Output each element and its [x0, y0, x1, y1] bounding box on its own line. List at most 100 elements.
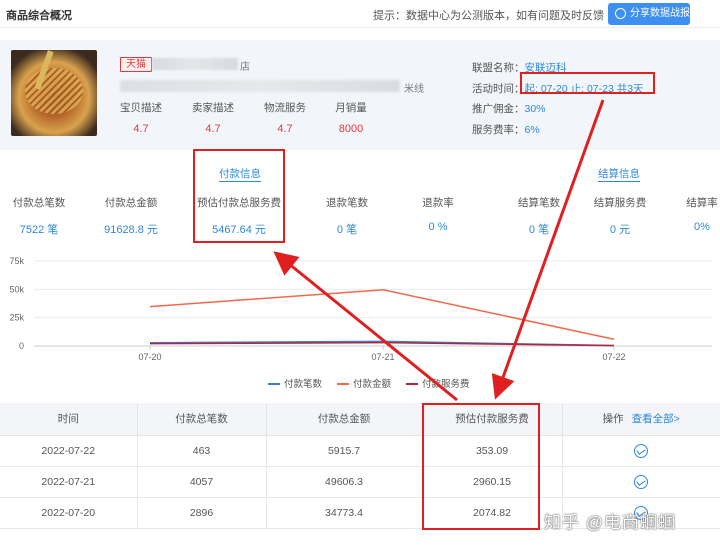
legend-item[interactable]: 付款服务费 — [406, 376, 470, 390]
product-name-suffix: 米线 — [404, 84, 424, 95]
stat-label: 退款笔数 — [326, 197, 368, 209]
share-report-button[interactable]: 分享数据战报 — [608, 3, 690, 25]
annotation-box-payment-info — [193, 149, 285, 243]
commission-rate: 30% — [524, 103, 546, 115]
alliance-label: 联盟名称： — [472, 62, 525, 74]
rating-item-monthly-sales: 月销量 8000 — [321, 100, 381, 135]
tab-label: 结算信息 — [598, 168, 640, 182]
legend-swatch — [406, 383, 418, 386]
cell-date: 2022-07-22 — [0, 435, 138, 467]
cell-actions — [562, 435, 720, 467]
stat-refund-count: 退款笔数 0 笔 — [318, 195, 376, 237]
rating-item-seller: 卖家描述 4.7 — [183, 100, 243, 135]
stat-value: 7522 笔 — [19, 224, 59, 236]
y-tick-label: 0 — [19, 341, 24, 351]
y-tick-label: 75k — [9, 256, 24, 266]
y-tick-label: 50k — [9, 284, 24, 294]
trend-chart-icon[interactable] — [634, 474, 649, 489]
stat-value: 0 元 — [609, 224, 631, 236]
x-tick-label: 07-21 — [371, 352, 394, 362]
legend-label: 付款金额 — [353, 379, 392, 390]
cell-payment-amount: 5915.7 — [266, 435, 423, 467]
rating-item-logistics: 物流服务 4.7 — [255, 100, 315, 135]
cell-payment-count: 2896 — [137, 497, 267, 529]
product-image[interactable] — [11, 50, 97, 136]
cell-payment-amount: 49606.3 — [266, 466, 423, 498]
cell-actions — [562, 466, 720, 498]
feedback-tip: 提示：数据中心为公测版本，如有问题及时反馈 — [373, 10, 604, 22]
legend-label: 付款服务费 — [422, 379, 470, 390]
col-header-actions: 操作 查看全部> — [562, 403, 720, 436]
rating-label: 月销量 — [335, 102, 367, 114]
rating-value: 4.7 — [277, 123, 293, 135]
top-bar: 商品综合概况 提示：数据中心为公测版本，如有问题及时反馈 分享数据战报 — [0, 0, 720, 28]
stat-value: 91628.8 元 — [104, 224, 158, 236]
shop-name-suffix: 店 — [240, 62, 250, 73]
watermark: 知乎 @电商蝈蝈 — [544, 513, 676, 532]
stat-value: 0 笔 — [528, 224, 550, 236]
stat-value: 0% — [694, 221, 710, 233]
cell-date: 2022-07-21 — [0, 466, 138, 498]
stat-value: 0 % — [428, 221, 448, 233]
stat-payment-amount: 付款总金额 91628.8 元 — [96, 195, 166, 237]
service-fee-rate: 6% — [524, 123, 540, 136]
legend-label: 付款笔数 — [284, 379, 323, 390]
rating-label: 物流服务 — [264, 102, 306, 114]
stat-value: 0 笔 — [336, 224, 358, 236]
stat-label: 退款率 — [422, 197, 454, 209]
platform-badge: 天猫 — [120, 57, 152, 72]
stat-payment-count: 付款总笔数 7522 笔 — [8, 195, 70, 237]
cell-payment-count: 463 — [137, 435, 267, 467]
col-header-payment-count: 付款总笔数 — [137, 403, 267, 436]
rating-label: 卖家描述 — [192, 102, 234, 114]
share-report-label: 分享数据战报 — [630, 8, 690, 19]
alliance-label: 推广佣金： — [472, 103, 525, 115]
table-row: 2022-07-21 4057 49606.3 2960.15 — [0, 466, 720, 498]
table-header-row: 时间 付款总笔数 付款总金额 预估付款服务费 操作 查看全部> — [0, 403, 720, 436]
stat-settlement-count: 结算笔数 0 笔 — [510, 195, 568, 237]
payment-trend-chart: 0 25k 50k 75k 07-20 07-21 07-22 — [9, 256, 712, 362]
stat-label: 付款总金额 — [104, 197, 158, 209]
alliance-label: 服务费率： — [472, 123, 525, 136]
rating-value: 4.7 — [205, 123, 221, 135]
stat-label: 结算服务费 — [593, 197, 647, 209]
page-title: 商品综合概况 — [6, 10, 72, 22]
tab-settlement-info[interactable]: 结算信息 — [598, 166, 640, 182]
cell-payment-amount: 34773.4 — [266, 497, 423, 529]
trend-chart-icon[interactable] — [634, 443, 649, 458]
stat-settlement-fee: 结算服务费 0 元 — [590, 195, 650, 237]
series-line — [149, 289, 615, 341]
annotation-box-activity-period — [520, 72, 655, 94]
stat-refund-rate: 退款率 0 % — [412, 195, 464, 233]
rating-label: 宝贝描述 — [120, 102, 162, 114]
stat-label: 付款总笔数 — [12, 197, 66, 209]
share-icon — [615, 8, 626, 19]
cell-date: 2022-07-20 — [0, 497, 138, 529]
legend-item[interactable]: 付款金额 — [337, 376, 391, 390]
annotation-box-service-fee-column — [422, 403, 540, 530]
y-tick-label: 25k — [9, 313, 24, 323]
shop-name-redacted — [152, 58, 238, 70]
stat-label: 结算率 — [686, 197, 718, 209]
rating-item-description: 宝贝描述 4.7 — [111, 100, 171, 135]
product-name-redacted — [120, 80, 400, 92]
alliance-row-commission: 推广佣金：30% — [472, 99, 644, 120]
series-line — [149, 341, 615, 347]
table-row: 2022-07-22 463 5915.7 353.09 — [0, 435, 720, 467]
cell-payment-count: 4057 — [137, 466, 267, 498]
view-all-link[interactable]: 查看全部> — [632, 413, 680, 425]
legend-swatch — [337, 383, 349, 386]
stat-settlement-rate: 结算率 0% — [678, 195, 720, 233]
alliance-label: 活动时间： — [472, 82, 525, 95]
legend-swatch — [268, 383, 280, 386]
product-panel: 天猫 店 米线 宝贝描述 4.7 卖家描述 4.7 物流服务 4.7 月销量 8… — [0, 40, 720, 150]
col-header-date: 时间 — [0, 403, 138, 436]
col-header-payment-amount: 付款总金额 — [266, 403, 423, 436]
alliance-row-service-rate: 服务费率：6% — [472, 120, 644, 141]
actions-label: 操作 — [602, 413, 624, 426]
alliance-info: 联盟名称：安联迈科 活动时间：起: 07-20 止: 07-23 共3天 推广佣… — [472, 58, 644, 140]
legend-item[interactable]: 付款笔数 — [268, 376, 322, 390]
x-tick-label: 07-22 — [602, 352, 625, 362]
rating-value: 4.7 — [133, 123, 149, 135]
rating-value: 8000 — [338, 123, 364, 135]
